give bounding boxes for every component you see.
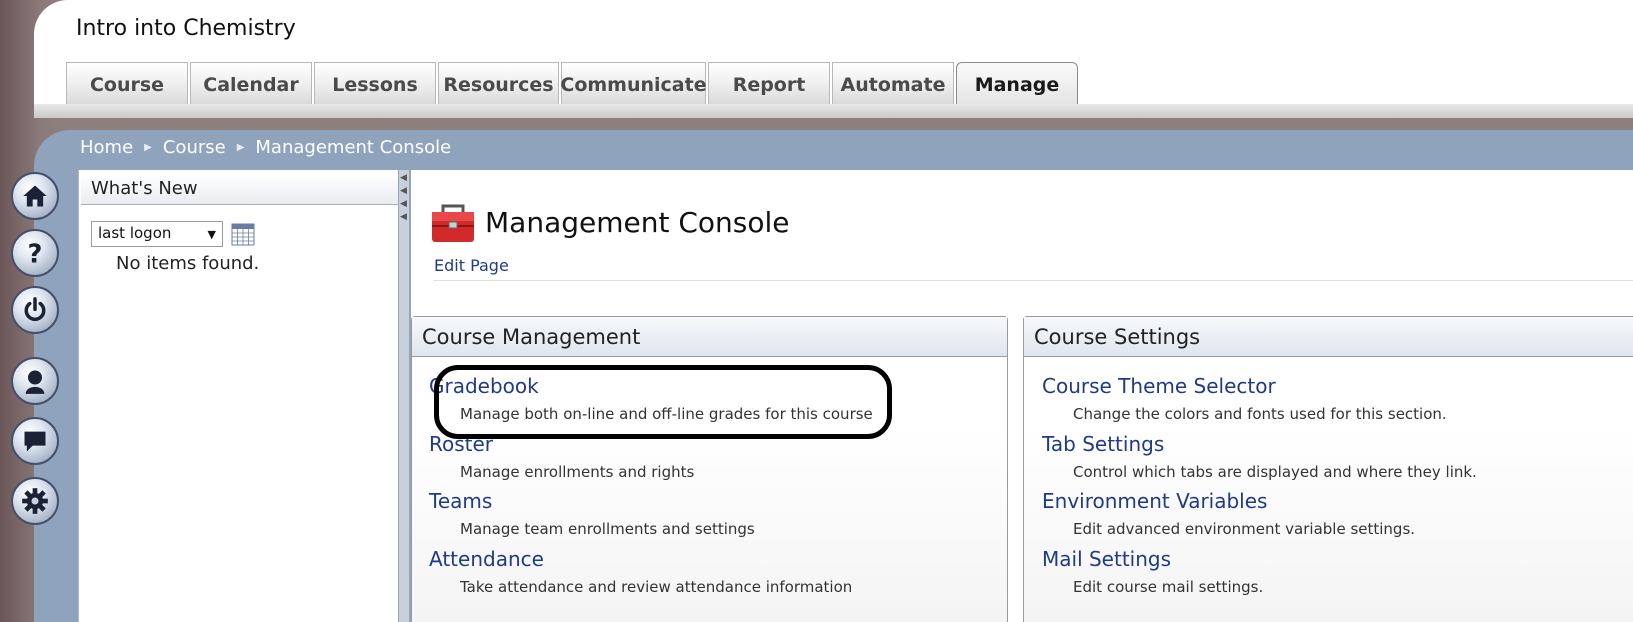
tab-report[interactable]: Report: [708, 62, 830, 106]
list-item: Attendance Take attendance and review at…: [429, 547, 852, 596]
header-shade: [34, 104, 1633, 118]
course-management-box: Course Management Gradebook Manage both …: [411, 316, 1008, 622]
breadcrumb-home[interactable]: Home: [80, 137, 133, 158]
course-title: Intro into Chemistry: [76, 16, 296, 41]
teams-link[interactable]: Teams: [429, 489, 755, 513]
mail-settings-description: Edit course mail settings.: [1073, 578, 1264, 596]
chevron-down-icon: ▼: [207, 228, 216, 241]
svg-text:?: ?: [28, 239, 43, 267]
tab-bar: Course Calendar Lessons Resources Commun…: [66, 62, 1080, 106]
course-theme-selector-description: Change the colors and fonts used for thi…: [1073, 405, 1447, 423]
list-item: Mail Settings Edit course mail settings.: [1042, 547, 1263, 596]
course-theme-selector-link[interactable]: Course Theme Selector: [1042, 374, 1447, 398]
list-item: Tab Settings Control which tabs are disp…: [1042, 432, 1477, 481]
collapse-arrows-icon: ◀ ◀ ◀ ◀: [400, 173, 407, 222]
filter-value: last logon: [98, 224, 172, 242]
course-settings-box: Course Settings Course Theme Selector Ch…: [1023, 316, 1633, 622]
tab-resources[interactable]: Resources: [438, 62, 559, 106]
breadcrumb-course[interactable]: Course: [163, 137, 226, 158]
attendance-description: Take attendance and review attendance in…: [460, 578, 853, 596]
whats-new-filter-select[interactable]: last logon ▼: [91, 221, 223, 247]
tab-lessons[interactable]: Lessons: [314, 62, 436, 106]
course-settings-title: Course Settings: [1024, 317, 1633, 357]
tab-calendar[interactable]: Calendar: [190, 62, 312, 106]
environment-variables-description: Edit advanced environment variable setti…: [1073, 520, 1416, 538]
list-item: Teams Manage team enrollments and settin…: [429, 489, 755, 538]
roster-description: Manage enrollments and rights: [460, 463, 695, 481]
tab-settings-description: Control which tabs are displayed and whe…: [1073, 463, 1477, 481]
list-item: Environment Variables Edit advanced envi…: [1042, 489, 1415, 538]
power-icon[interactable]: [11, 286, 59, 334]
gear-icon[interactable]: [11, 477, 59, 525]
mail-settings-link[interactable]: Mail Settings: [1042, 547, 1263, 571]
tab-course[interactable]: Course: [66, 62, 188, 106]
calendar-icon[interactable]: [231, 222, 255, 246]
user-icon[interactable]: [11, 357, 59, 405]
tab-settings-link[interactable]: Tab Settings: [1042, 432, 1477, 456]
breadcrumb: Home ▶ Course ▶ Management Console: [80, 137, 451, 158]
home-icon[interactable]: [11, 172, 59, 220]
page-title: Management Console: [485, 206, 790, 239]
tab-communicate[interactable]: Communicate: [560, 62, 707, 106]
gradebook-highlight-ring: [434, 365, 892, 439]
breadcrumb-separator-icon: ▶: [236, 142, 245, 153]
toolbox-icon: [429, 198, 477, 246]
breadcrumb-current: Management Console: [255, 137, 452, 158]
whats-new-title: What's New: [81, 173, 399, 205]
course-header: Intro into Chemistry Course Calendar Les…: [34, 0, 1633, 118]
teams-description: Manage team enrollments and settings: [460, 520, 755, 538]
attendance-link[interactable]: Attendance: [429, 547, 852, 571]
tab-automate[interactable]: Automate: [832, 62, 954, 106]
list-item: Roster Manage enrollments and rights: [429, 432, 694, 481]
chat-icon[interactable]: [11, 417, 59, 465]
no-items-message: No items found.: [116, 253, 260, 274]
tab-manage[interactable]: Manage: [956, 62, 1078, 106]
edit-page-link[interactable]: Edit Page: [434, 256, 509, 275]
course-management-title: Course Management: [412, 317, 1007, 357]
breadcrumb-separator-icon: ▶: [144, 142, 152, 153]
environment-variables-link[interactable]: Environment Variables: [1042, 489, 1415, 513]
divider: [433, 280, 1633, 281]
whats-new-panel: What's New last logon ▼ No items found.: [78, 170, 399, 622]
help-icon[interactable]: ?: [11, 229, 59, 277]
panel-collapse-handle[interactable]: ◀ ◀ ◀ ◀: [398, 170, 410, 622]
list-item: Course Theme Selector Change the colors …: [1042, 374, 1447, 423]
